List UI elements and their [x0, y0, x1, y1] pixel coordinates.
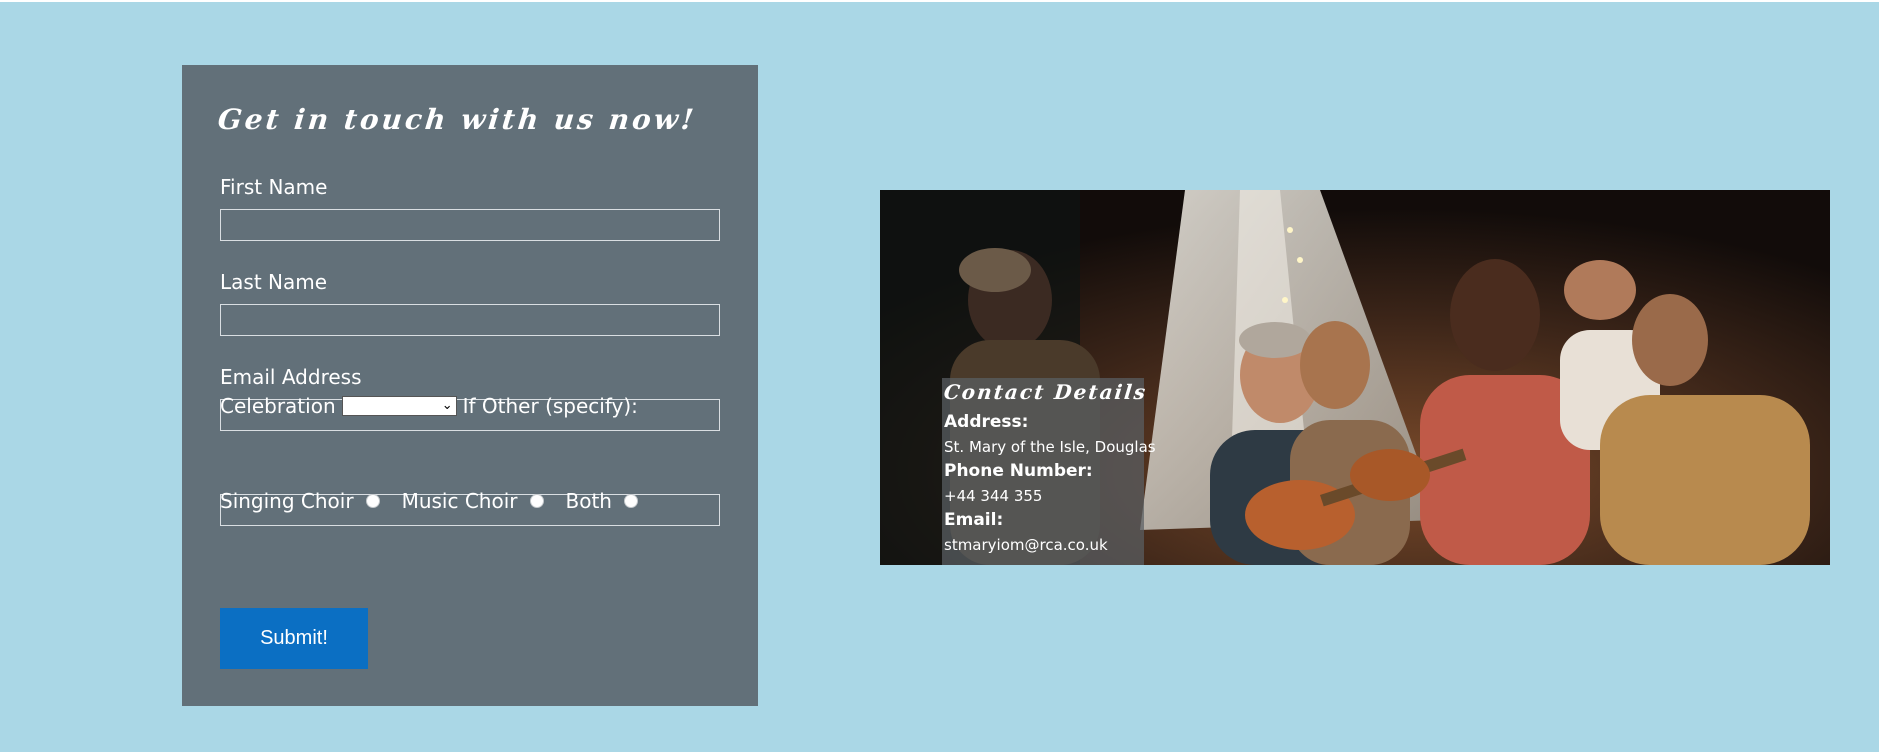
contact-title: Contact Details [942, 380, 1149, 404]
radio-label: Music Choir [401, 489, 518, 513]
contact-form: Get in touch with us now! First Name Las… [182, 65, 758, 706]
celebration-select[interactable]: ⌄ [341, 396, 457, 416]
contact-details-box: Contact Details Address: St. Mary of the… [942, 378, 1156, 565]
email-heading: Email: [944, 510, 1004, 530]
radio-button[interactable] [529, 494, 544, 508]
address-heading: Address: [944, 412, 1029, 432]
phone-heading: Phone Number: [944, 461, 1093, 481]
email-value: stmaryiom@rca.co.uk [944, 536, 1108, 554]
radio-option-music-choir[interactable]: Music Choir [402, 489, 544, 513]
radio-label: Both [565, 489, 612, 513]
radio-option-both[interactable]: Both [566, 489, 638, 513]
last-name-input[interactable] [220, 304, 720, 336]
phone-value: +44 344 355 [944, 487, 1043, 505]
form-title: Get in touch with us now! [216, 103, 699, 136]
celebration-label: Celebration [220, 394, 336, 418]
first-name-input[interactable] [220, 209, 720, 241]
campfire-group-photo: Contact Details Address: St. Mary of the… [880, 190, 1830, 565]
radio-label: Singing Choir [220, 489, 354, 513]
top-border [0, 0, 1879, 2]
address-value: St. Mary of the Isle, Douglas [944, 438, 1156, 456]
radio-button[interactable] [365, 494, 380, 508]
radio-button[interactable] [623, 494, 638, 508]
other-specify-label: If Other (specify): [462, 394, 638, 418]
chevron-down-icon: ⌄ [441, 398, 453, 413]
celebration-row: Celebration ⌄ If Other (specify): [220, 394, 638, 418]
submit-button[interactable]: Submit! [220, 608, 368, 669]
last-name-label: Last Name [220, 270, 328, 294]
radio-option-singing-choir[interactable]: Singing Choir [220, 489, 380, 513]
choir-radio-group: Singing Choir Music Choir Both [220, 489, 660, 513]
email-label: Email Address [220, 365, 362, 389]
first-name-label: First Name [220, 175, 328, 199]
